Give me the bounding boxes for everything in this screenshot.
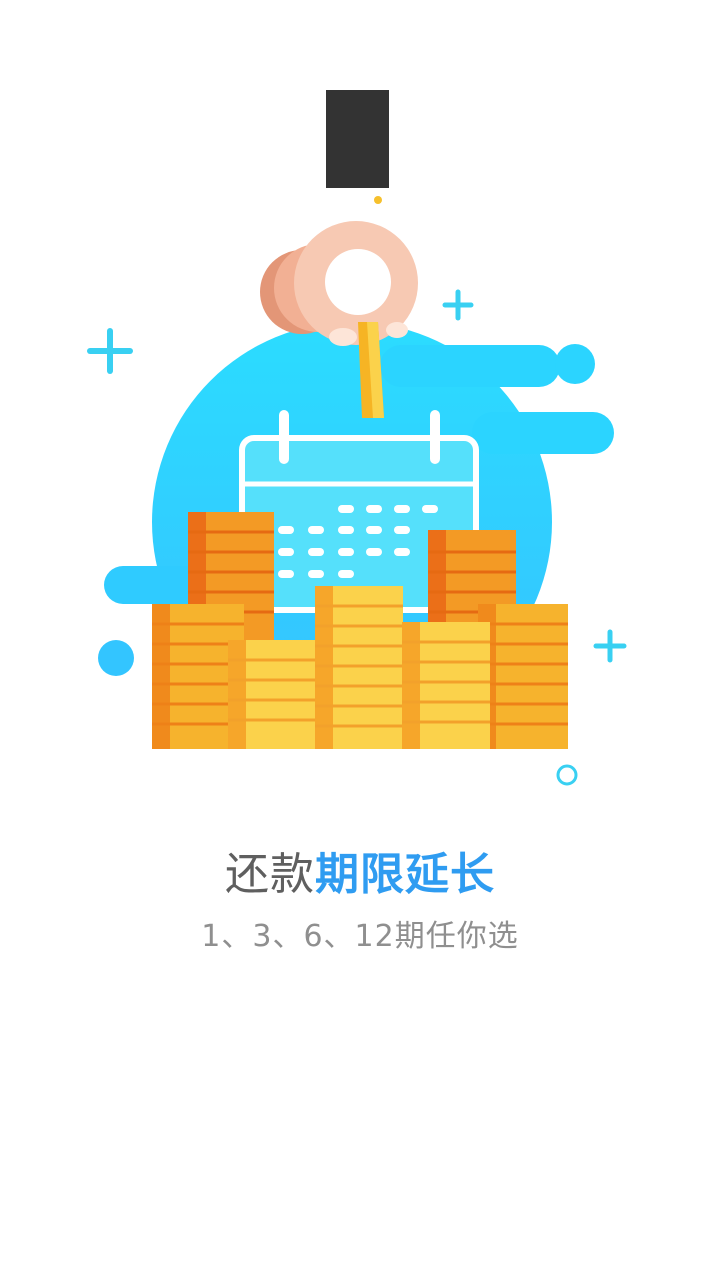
title-highlight-text: 期限延长	[315, 849, 495, 900]
onboarding-illustration	[87, 90, 627, 786]
ring-sparkle-icon	[556, 764, 578, 786]
plus-sparkle-icon	[593, 629, 627, 663]
page-title: 还款期限延长	[0, 845, 720, 905]
title-normal-text: 还款	[225, 849, 315, 900]
plus-sparkle-icon	[442, 289, 474, 321]
plus-sparkle-icon	[87, 328, 133, 374]
page-subtitle: 1、3、6、12期任你选	[201, 919, 519, 954]
